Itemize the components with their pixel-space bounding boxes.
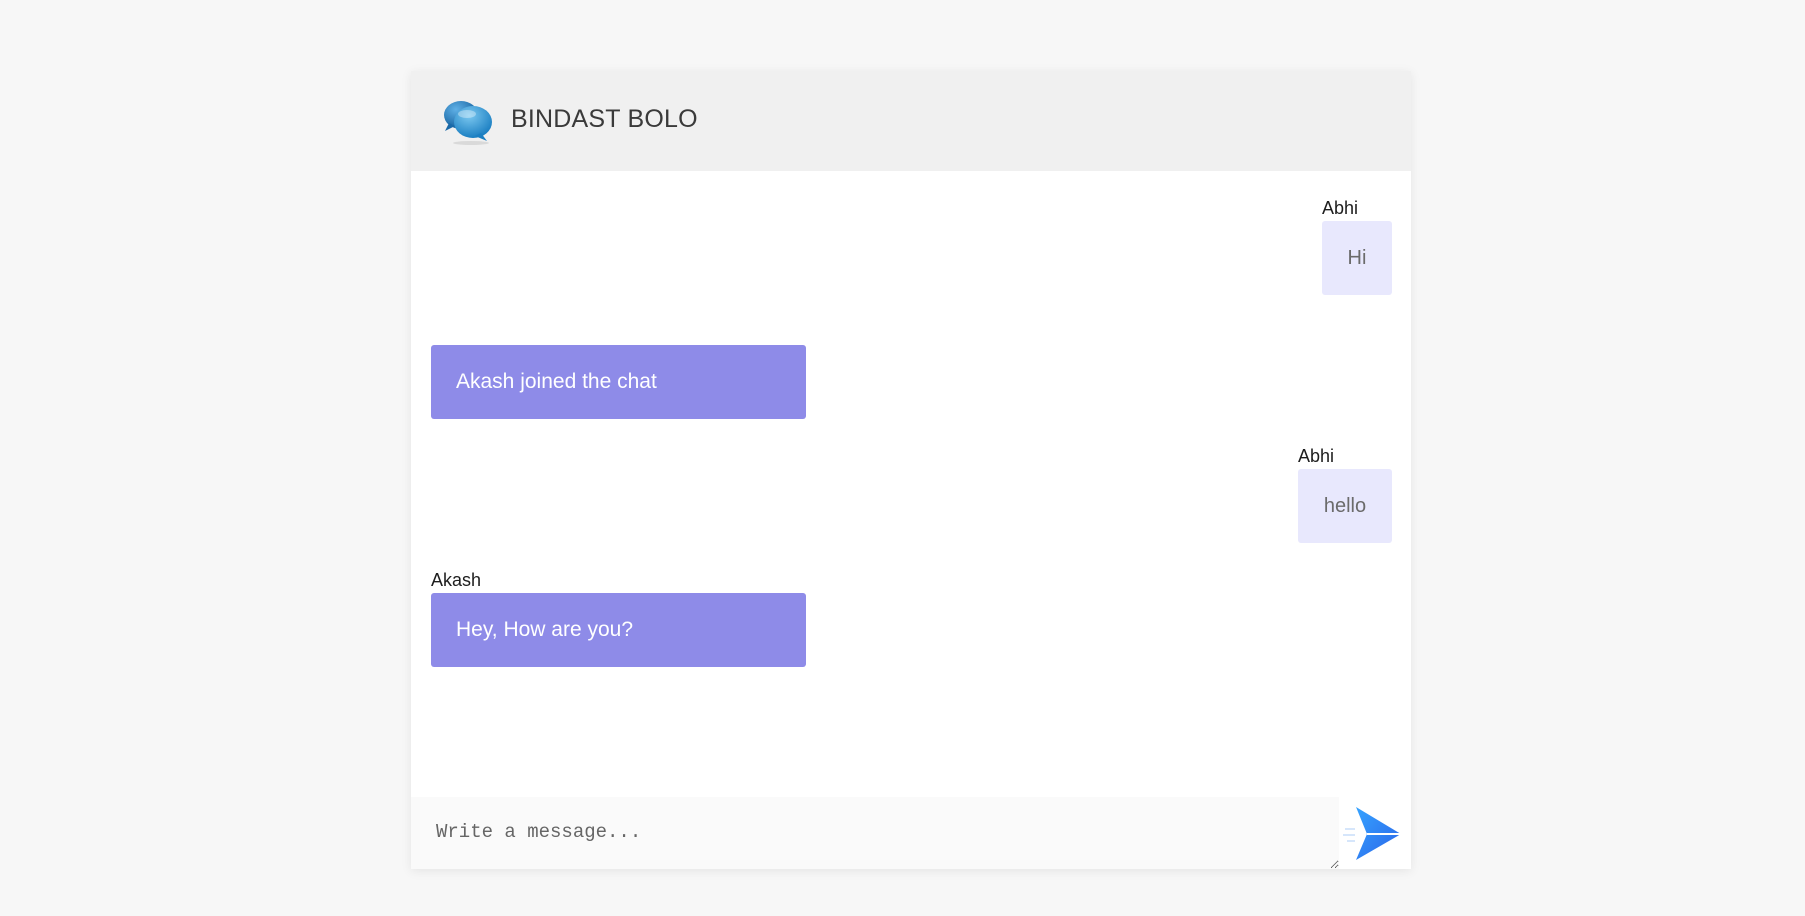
app-title: BINDAST BOLO [511,105,698,133]
outgoing-message-bubble: Hi [1322,221,1392,295]
outgoing-message-bubble: hello [1298,469,1392,543]
chat-bubbles-logo-icon [444,101,492,145]
message-sender: Akash [431,570,482,590]
message-sender: Abhi [1322,198,1359,218]
message-input[interactable] [411,797,1339,869]
incoming-message-bubble: Hey, How are you? [431,593,806,667]
system-message-bubble: Akash joined the chat [431,345,806,419]
paper-plane-send-icon[interactable] [1343,805,1403,861]
message-list: Abhi Hi Akash joined the chat Abhi hello… [411,171,1411,795]
chat-header: BINDAST BOLO [411,71,1411,171]
message-sender: Abhi [1298,446,1335,466]
chat-window: BINDAST BOLO Abhi Hi Akash joined the ch… [411,71,1411,869]
message-composer [411,797,1411,869]
